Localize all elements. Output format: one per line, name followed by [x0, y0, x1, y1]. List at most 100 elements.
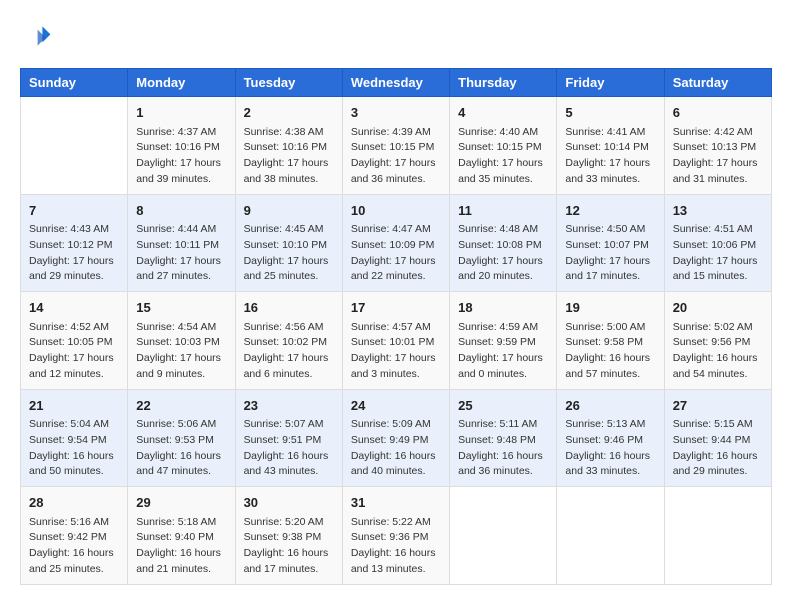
day-number: 8 — [136, 201, 226, 221]
cell-content: Sunrise: 4:45 AM Sunset: 10:10 PM Daylig… — [244, 222, 334, 285]
calendar-cell: 24Sunrise: 5:09 AM Sunset: 9:49 PM Dayli… — [342, 389, 449, 487]
week-row-1: 1Sunrise: 4:37 AM Sunset: 10:16 PM Dayli… — [21, 97, 772, 195]
cell-content: Sunrise: 5:02 AM Sunset: 9:56 PM Dayligh… — [673, 320, 763, 383]
cell-content: Sunrise: 5:11 AM Sunset: 9:48 PM Dayligh… — [458, 417, 548, 480]
cell-content: Sunrise: 4:47 AM Sunset: 10:09 PM Daylig… — [351, 222, 441, 285]
day-number: 28 — [29, 493, 119, 513]
calendar-cell: 21Sunrise: 5:04 AM Sunset: 9:54 PM Dayli… — [21, 389, 128, 487]
week-row-5: 28Sunrise: 5:16 AM Sunset: 9:42 PM Dayli… — [21, 487, 772, 585]
column-header-sunday: Sunday — [21, 69, 128, 97]
day-number: 14 — [29, 298, 119, 318]
day-number: 20 — [673, 298, 763, 318]
day-number: 30 — [244, 493, 334, 513]
cell-content: Sunrise: 5:13 AM Sunset: 9:46 PM Dayligh… — [565, 417, 655, 480]
cell-content: Sunrise: 4:40 AM Sunset: 10:15 PM Daylig… — [458, 125, 548, 188]
calendar-cell: 17Sunrise: 4:57 AM Sunset: 10:01 PM Dayl… — [342, 292, 449, 390]
day-number: 7 — [29, 201, 119, 221]
calendar-cell: 27Sunrise: 5:15 AM Sunset: 9:44 PM Dayli… — [664, 389, 771, 487]
calendar-cell: 29Sunrise: 5:18 AM Sunset: 9:40 PM Dayli… — [128, 487, 235, 585]
calendar-cell: 2Sunrise: 4:38 AM Sunset: 10:16 PM Dayli… — [235, 97, 342, 195]
calendar-cell — [21, 97, 128, 195]
calendar-cell: 1Sunrise: 4:37 AM Sunset: 10:16 PM Dayli… — [128, 97, 235, 195]
cell-content: Sunrise: 4:54 AM Sunset: 10:03 PM Daylig… — [136, 320, 226, 383]
cell-content: Sunrise: 5:15 AM Sunset: 9:44 PM Dayligh… — [673, 417, 763, 480]
cell-content: Sunrise: 4:50 AM Sunset: 10:07 PM Daylig… — [565, 222, 655, 285]
day-number: 27 — [673, 396, 763, 416]
cell-content: Sunrise: 4:37 AM Sunset: 10:16 PM Daylig… — [136, 125, 226, 188]
cell-content: Sunrise: 5:06 AM Sunset: 9:53 PM Dayligh… — [136, 417, 226, 480]
week-row-4: 21Sunrise: 5:04 AM Sunset: 9:54 PM Dayli… — [21, 389, 772, 487]
cell-content: Sunrise: 5:07 AM Sunset: 9:51 PM Dayligh… — [244, 417, 334, 480]
column-header-wednesday: Wednesday — [342, 69, 449, 97]
calendar-cell — [664, 487, 771, 585]
cell-content: Sunrise: 4:52 AM Sunset: 10:05 PM Daylig… — [29, 320, 119, 383]
cell-content: Sunrise: 5:16 AM Sunset: 9:42 PM Dayligh… — [29, 515, 119, 578]
calendar-cell — [557, 487, 664, 585]
day-number: 5 — [565, 103, 655, 123]
day-number: 21 — [29, 396, 119, 416]
calendar-cell: 15Sunrise: 4:54 AM Sunset: 10:03 PM Dayl… — [128, 292, 235, 390]
cell-content: Sunrise: 4:51 AM Sunset: 10:06 PM Daylig… — [673, 222, 763, 285]
day-number: 11 — [458, 201, 548, 221]
calendar-cell: 22Sunrise: 5:06 AM Sunset: 9:53 PM Dayli… — [128, 389, 235, 487]
week-row-3: 14Sunrise: 4:52 AM Sunset: 10:05 PM Dayl… — [21, 292, 772, 390]
day-number: 6 — [673, 103, 763, 123]
column-headers: SundayMondayTuesdayWednesdayThursdayFrid… — [21, 69, 772, 97]
day-number: 2 — [244, 103, 334, 123]
cell-content: Sunrise: 4:57 AM Sunset: 10:01 PM Daylig… — [351, 320, 441, 383]
cell-content: Sunrise: 4:41 AM Sunset: 10:14 PM Daylig… — [565, 125, 655, 188]
calendar-cell: 19Sunrise: 5:00 AM Sunset: 9:58 PM Dayli… — [557, 292, 664, 390]
cell-content: Sunrise: 4:48 AM Sunset: 10:08 PM Daylig… — [458, 222, 548, 285]
calendar-cell: 23Sunrise: 5:07 AM Sunset: 9:51 PM Dayli… — [235, 389, 342, 487]
cell-content: Sunrise: 5:18 AM Sunset: 9:40 PM Dayligh… — [136, 515, 226, 578]
cell-content: Sunrise: 4:59 AM Sunset: 9:59 PM Dayligh… — [458, 320, 548, 383]
day-number: 1 — [136, 103, 226, 123]
day-number: 23 — [244, 396, 334, 416]
day-number: 3 — [351, 103, 441, 123]
calendar-cell: 11Sunrise: 4:48 AM Sunset: 10:08 PM Dayl… — [450, 194, 557, 292]
day-number: 22 — [136, 396, 226, 416]
column-header-thursday: Thursday — [450, 69, 557, 97]
column-header-monday: Monday — [128, 69, 235, 97]
column-header-tuesday: Tuesday — [235, 69, 342, 97]
day-number: 26 — [565, 396, 655, 416]
calendar-cell: 10Sunrise: 4:47 AM Sunset: 10:09 PM Dayl… — [342, 194, 449, 292]
calendar-cell — [450, 487, 557, 585]
cell-content: Sunrise: 4:38 AM Sunset: 10:16 PM Daylig… — [244, 125, 334, 188]
cell-content: Sunrise: 4:39 AM Sunset: 10:15 PM Daylig… — [351, 125, 441, 188]
calendar-cell: 12Sunrise: 4:50 AM Sunset: 10:07 PM Dayl… — [557, 194, 664, 292]
calendar-cell: 28Sunrise: 5:16 AM Sunset: 9:42 PM Dayli… — [21, 487, 128, 585]
calendar-cell: 4Sunrise: 4:40 AM Sunset: 10:15 PM Dayli… — [450, 97, 557, 195]
day-number: 4 — [458, 103, 548, 123]
cell-content: Sunrise: 5:22 AM Sunset: 9:36 PM Dayligh… — [351, 515, 441, 578]
day-number: 9 — [244, 201, 334, 221]
page-header — [20, 20, 772, 52]
cell-content: Sunrise: 4:43 AM Sunset: 10:12 PM Daylig… — [29, 222, 119, 285]
cell-content: Sunrise: 4:56 AM Sunset: 10:02 PM Daylig… — [244, 320, 334, 383]
cell-content: Sunrise: 5:04 AM Sunset: 9:54 PM Dayligh… — [29, 417, 119, 480]
calendar-table: SundayMondayTuesdayWednesdayThursdayFrid… — [20, 68, 772, 585]
calendar-cell: 8Sunrise: 4:44 AM Sunset: 10:11 PM Dayli… — [128, 194, 235, 292]
calendar-cell: 26Sunrise: 5:13 AM Sunset: 9:46 PM Dayli… — [557, 389, 664, 487]
calendar-cell: 5Sunrise: 4:41 AM Sunset: 10:14 PM Dayli… — [557, 97, 664, 195]
calendar-cell: 13Sunrise: 4:51 AM Sunset: 10:06 PM Dayl… — [664, 194, 771, 292]
calendar-cell: 3Sunrise: 4:39 AM Sunset: 10:15 PM Dayli… — [342, 97, 449, 195]
day-number: 16 — [244, 298, 334, 318]
cell-content: Sunrise: 5:09 AM Sunset: 9:49 PM Dayligh… — [351, 417, 441, 480]
cell-content: Sunrise: 5:20 AM Sunset: 9:38 PM Dayligh… — [244, 515, 334, 578]
cell-content: Sunrise: 4:44 AM Sunset: 10:11 PM Daylig… — [136, 222, 226, 285]
calendar-cell: 31Sunrise: 5:22 AM Sunset: 9:36 PM Dayli… — [342, 487, 449, 585]
day-number: 29 — [136, 493, 226, 513]
day-number: 19 — [565, 298, 655, 318]
calendar-cell: 7Sunrise: 4:43 AM Sunset: 10:12 PM Dayli… — [21, 194, 128, 292]
cell-content: Sunrise: 5:00 AM Sunset: 9:58 PM Dayligh… — [565, 320, 655, 383]
calendar-cell: 9Sunrise: 4:45 AM Sunset: 10:10 PM Dayli… — [235, 194, 342, 292]
day-number: 12 — [565, 201, 655, 221]
day-number: 25 — [458, 396, 548, 416]
day-number: 13 — [673, 201, 763, 221]
day-number: 10 — [351, 201, 441, 221]
column-header-saturday: Saturday — [664, 69, 771, 97]
calendar-cell: 25Sunrise: 5:11 AM Sunset: 9:48 PM Dayli… — [450, 389, 557, 487]
logo-icon — [20, 20, 52, 52]
week-row-2: 7Sunrise: 4:43 AM Sunset: 10:12 PM Dayli… — [21, 194, 772, 292]
